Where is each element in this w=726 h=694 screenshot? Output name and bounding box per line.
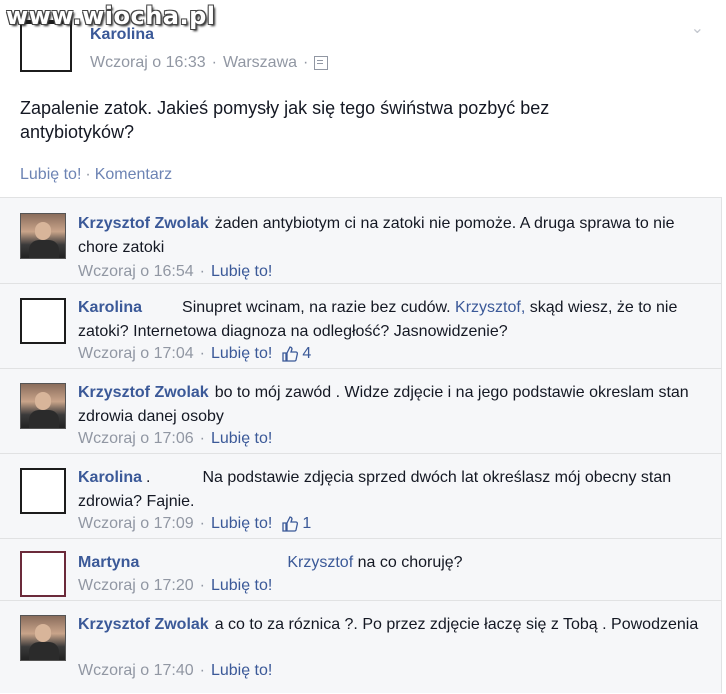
comment-item: Karolina. Na podstawie zdjęcia sprzed dwó… [0, 453, 722, 538]
comment-footer: Wczoraj o 17:20 · Lubię to! [78, 577, 273, 595]
comment-text: Karolina. Na podstawie zdjęcia sprzed dwó… [78, 469, 672, 510]
comment-like-link[interactable]: Lubię to! [211, 577, 272, 595]
comment-like-link[interactable]: Lubię to! [211, 430, 272, 448]
audience-icon[interactable] [314, 56, 329, 70]
mention-link[interactable]: Krzysztof [287, 554, 353, 571]
comment-item: Krzysztof Zwolak a co to za róznica ?. Po… [0, 600, 722, 694]
avatar[interactable] [20, 551, 66, 597]
comment-author[interactable]: Karolina [78, 299, 142, 316]
thumbs-up-icon [282, 516, 299, 532]
comment-text: Krzysztof Zwolak żaden antybiotym ci na z… [78, 215, 675, 256]
comment-time[interactable]: Wczoraj o 17:20 [78, 577, 194, 595]
comment-time[interactable]: Wczoraj o 16:54 [78, 263, 194, 281]
post-location[interactable]: Warszawa [223, 54, 297, 72]
comment-time[interactable]: Wczoraj o 17:04 [78, 345, 194, 363]
comment-author[interactable]: Martyna [78, 554, 139, 571]
comment-text: Karolina Sinupret wcinam, na razie bez cu… [78, 299, 678, 340]
comments-section: Krzysztof Zwolak żaden antybiotym ci na z… [0, 197, 722, 693]
post-actions: Lubię to! · Komentarz [20, 166, 173, 183]
comment-text: Krzysztof Zwolak a co to za róznica ?. Po… [78, 616, 699, 633]
comment-author[interactable]: Krzysztof Zwolak [78, 215, 209, 232]
comment-author[interactable]: Krzysztof Zwolak [78, 616, 209, 633]
avatar[interactable] [20, 298, 66, 344]
comment-like-link[interactable]: Lubię to! [211, 345, 272, 363]
watermark-logo: www.wiocha.pl [6, 2, 216, 30]
avatar[interactable] [20, 213, 66, 259]
like-count[interactable]: 4 [282, 345, 311, 363]
comment-footer: Wczoraj o 17:40 · Lubię to! [78, 662, 273, 680]
comment-time[interactable]: Wczoraj o 17:06 [78, 430, 194, 448]
mention-link[interactable]: Krzysztof, [455, 299, 525, 316]
avatar[interactable] [20, 468, 66, 514]
comment-time[interactable]: Wczoraj o 17:40 [78, 662, 194, 680]
like-count[interactable]: 1 [282, 515, 311, 533]
comment-time[interactable]: Wczoraj o 17:09 [78, 515, 194, 533]
chevron-down-icon[interactable]: ⌄ [691, 18, 704, 38]
comment-like-link[interactable]: Lubię to! [211, 662, 272, 680]
comment-footer: Wczoraj o 17:06 · Lubię to! [78, 430, 273, 448]
thumbs-up-icon [282, 346, 299, 362]
comment-item: Karolina Sinupret wcinam, na razie bez cu… [0, 283, 722, 368]
post-comment-link[interactable]: Komentarz [95, 166, 172, 183]
comment-author[interactable]: Karolina [78, 469, 142, 486]
comment-like-link[interactable]: Lubię to! [211, 263, 272, 281]
comment-author[interactable]: Krzysztof Zwolak [78, 384, 209, 401]
comment-footer: Wczoraj o 17:09 · Lubię to! 1 [78, 515, 312, 533]
comment-footer: Wczoraj o 16:54 · Lubię to! [78, 263, 273, 281]
post-text: Zapalenie zatok. Jakieś pomysły jak się … [20, 98, 550, 142]
comment-text: Martyna Krzysztof na co choruję? [78, 554, 463, 571]
comment-text: Krzysztof Zwolak bo to mój zawód . Widze … [78, 384, 689, 425]
comment-item: Krzysztof Zwolak żaden antybiotym ci na z… [0, 198, 722, 283]
post-meta: Wczoraj o 16:33 · Warszawa · [90, 54, 329, 72]
post-time[interactable]: Wczoraj o 16:33 [90, 54, 206, 72]
comment-item: Krzysztof Zwolak bo to mój zawód . Widze … [0, 368, 722, 453]
avatar[interactable] [20, 383, 66, 429]
comment-item: Martyna Krzysztof na co choruję? Wczoraj … [0, 538, 722, 600]
comment-footer: Wczoraj o 17:04 · Lubię to! 4 [78, 345, 312, 363]
comment-like-link[interactable]: Lubię to! [211, 515, 272, 533]
avatar[interactable] [20, 615, 66, 661]
post-like-link[interactable]: Lubię to! [20, 166, 81, 183]
